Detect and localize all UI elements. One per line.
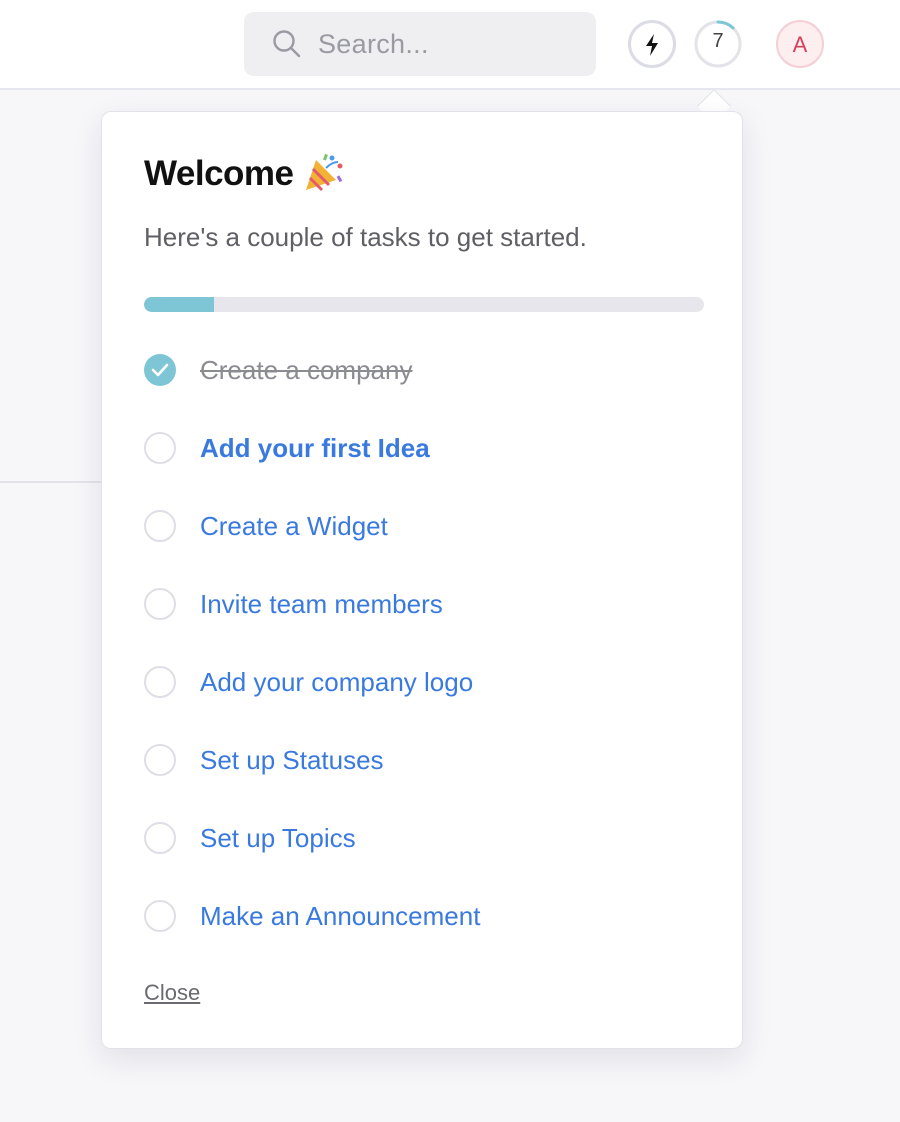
- close-link[interactable]: Close: [144, 980, 200, 1006]
- activity-button[interactable]: [628, 20, 676, 68]
- task-item[interactable]: Invite team members: [144, 588, 704, 666]
- task-checkbox[interactable]: [144, 666, 176, 698]
- task-item[interactable]: Set up Statuses: [144, 744, 704, 822]
- task-list: Create a company Add your first Idea Creat…: [144, 354, 704, 978]
- onboarding-popover: Welcome Here's a couple of tasks to get …: [101, 111, 743, 1049]
- task-label[interactable]: Add your first Idea: [200, 433, 430, 464]
- user-avatar[interactable]: A: [776, 20, 824, 68]
- task-label[interactable]: Create a company: [200, 355, 412, 386]
- background-divider: [0, 481, 102, 483]
- task-label[interactable]: Create a Widget: [200, 511, 388, 542]
- task-checkbox[interactable]: [144, 822, 176, 854]
- task-checkbox[interactable]: [144, 744, 176, 776]
- search-placeholder[interactable]: Search...: [318, 29, 429, 60]
- checkmark-icon: [151, 363, 169, 377]
- task-label[interactable]: Add your company logo: [200, 667, 473, 698]
- notification-count: 7: [712, 30, 724, 52]
- task-label[interactable]: Invite team members: [200, 589, 443, 620]
- task-label[interactable]: Set up Topics: [200, 823, 356, 854]
- task-label[interactable]: Set up Statuses: [200, 745, 384, 776]
- lightning-bolt-icon: [646, 34, 658, 56]
- task-item[interactable]: Add your first Idea: [144, 432, 704, 510]
- search-icon: [273, 30, 301, 58]
- onboarding-progress-bar: [144, 297, 704, 312]
- top-bar: Search... 7 A: [0, 0, 900, 90]
- task-item[interactable]: Set up Topics: [144, 822, 704, 900]
- welcome-title: Welcome: [144, 154, 294, 193]
- task-item[interactable]: Create a company: [144, 354, 704, 432]
- search-bar[interactable]: Search...: [244, 12, 596, 76]
- task-label[interactable]: Make an Announcement: [200, 901, 480, 932]
- task-checkbox[interactable]: [144, 432, 176, 464]
- task-checkbox[interactable]: [144, 900, 176, 932]
- progress-fill: [144, 297, 214, 312]
- task-checkbox[interactable]: [144, 588, 176, 620]
- task-item[interactable]: Make an Announcement: [144, 900, 704, 978]
- party-popper-icon: [306, 153, 343, 192]
- onboarding-progress-button[interactable]: 7: [694, 20, 742, 68]
- task-checkbox-checked[interactable]: [144, 354, 176, 386]
- welcome-subtitle: Here's a couple of tasks to get started.: [144, 222, 587, 252]
- avatar-initial: A: [792, 32, 808, 57]
- task-item[interactable]: Add your company logo: [144, 666, 704, 744]
- task-item[interactable]: Create a Widget: [144, 510, 704, 588]
- task-checkbox[interactable]: [144, 510, 176, 542]
